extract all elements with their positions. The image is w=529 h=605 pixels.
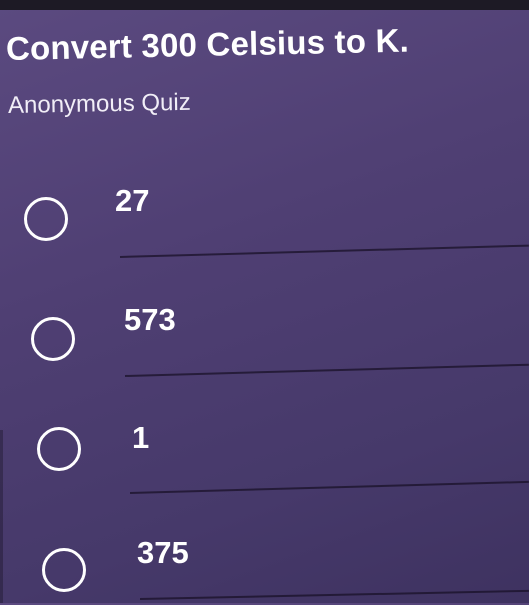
answer-option-2[interactable]: 573 [0, 285, 529, 375]
screen-edge-shadow [0, 430, 3, 603]
radio-button-icon[interactable] [31, 317, 75, 361]
quiz-poll: Convert 300 Celsius to K. Anonymous Quiz… [0, 0, 529, 603]
radio-button-icon[interactable] [42, 548, 86, 592]
option-label: 27 [115, 183, 150, 218]
quiz-type-label: Anonymous Quiz [7, 88, 191, 119]
radio-button-icon[interactable] [24, 197, 68, 241]
option-label: 573 [124, 302, 176, 337]
option-label: 1 [132, 420, 150, 455]
answer-option-3[interactable]: 1 [0, 405, 529, 495]
option-label: 375 [137, 535, 189, 570]
quiz-question: Convert 300 Celsius to K. [5, 21, 410, 67]
radio-button-icon[interactable] [37, 427, 81, 471]
answer-option-1[interactable]: 27 [0, 165, 529, 255]
